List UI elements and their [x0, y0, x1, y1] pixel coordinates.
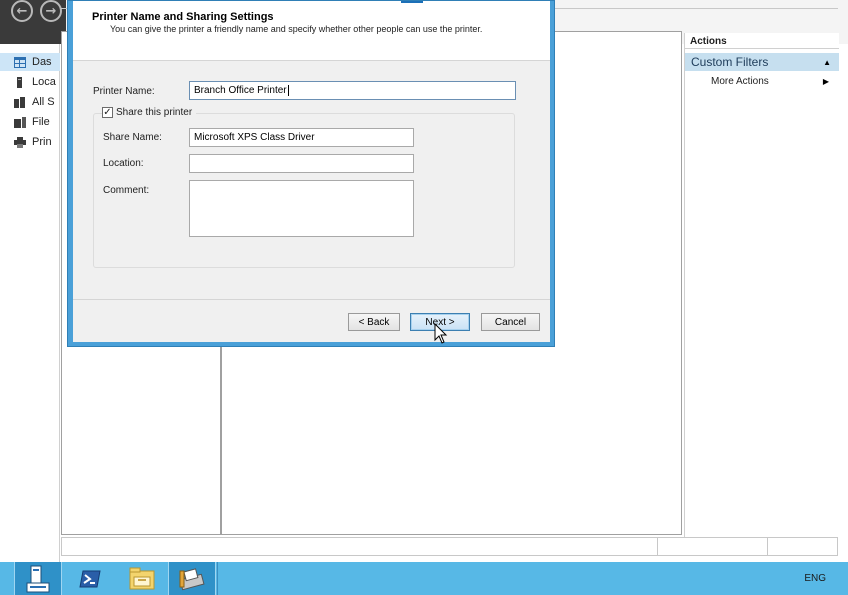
navigation-buttons: ← → — [0, 0, 66, 44]
submenu-arrow-icon: ▶ — [822, 76, 829, 86]
taskbar: ENG — [0, 562, 848, 595]
share-printer-label: Share this printer — [116, 107, 193, 118]
nav-item-label: Prin — [32, 136, 52, 148]
comment-textarea[interactable] — [189, 180, 414, 237]
comment-label: Comment: — [103, 185, 150, 196]
left-navigation-pane: Das Loca All S File Prin — [0, 44, 60, 562]
status-bar — [61, 537, 838, 556]
text-caret — [287, 85, 289, 96]
dialog-title: Printer Name and Sharing Settings — [92, 11, 274, 23]
nav-item-local-server[interactable]: Loca — [0, 73, 60, 91]
more-actions-label: More Actions — [711, 75, 769, 87]
taskbar-file-explorer[interactable] — [118, 562, 166, 595]
printer-name-label: Printer Name: — [93, 86, 155, 97]
nav-item-label: File — [32, 116, 50, 128]
language-indicator[interactable]: ENG — [804, 573, 826, 584]
printer-wizard-dialog: Printer Name and Sharing Settings You ca… — [67, 0, 555, 347]
file-explorer-icon — [129, 567, 155, 589]
collapse-up-icon[interactable]: ▲ — [823, 58, 831, 67]
print-management-icon — [179, 567, 205, 590]
taskbar-print-management[interactable] — [168, 562, 216, 595]
checkbox-checked-icon[interactable]: ✓ — [102, 107, 113, 118]
cancel-button[interactable]: Cancel — [481, 313, 540, 331]
printer-name-value: Branch Office Printer — [194, 85, 287, 96]
nav-item-all-servers[interactable]: All S — [0, 93, 60, 111]
dashboard-icon — [14, 56, 26, 68]
taskbar-divider — [217, 562, 218, 595]
printer-name-input[interactable]: Branch Office Printer — [189, 81, 516, 100]
nav-item-dashboard[interactable]: Das — [0, 53, 60, 71]
custom-filters-section[interactable]: Custom Filters ▲ — [685, 53, 839, 71]
mouse-pointer-icon — [434, 323, 448, 344]
printer-icon — [14, 136, 26, 148]
forward-arrow-icon[interactable]: → — [40, 0, 62, 22]
back-arrow-icon[interactable]: ← — [11, 0, 33, 22]
dialog-subtitle: You can give the printer a friendly name… — [110, 24, 483, 34]
nav-item-file-services[interactable]: File — [0, 113, 60, 131]
actions-header: Actions — [685, 33, 839, 49]
share-name-label: Share Name: — [103, 132, 162, 143]
servers-icon — [14, 96, 25, 108]
taskbar-server-manager[interactable] — [14, 562, 62, 595]
server-manager-icon — [26, 565, 50, 592]
file-services-icon — [14, 116, 26, 128]
location-input[interactable] — [189, 154, 414, 173]
powershell-icon — [79, 570, 101, 587]
actions-pane: Actions Custom Filters ▲ More Actions ▶ — [684, 33, 839, 537]
footer-divider — [73, 299, 550, 300]
taskbar-powershell[interactable] — [66, 562, 114, 595]
more-actions-item[interactable]: More Actions ▶ — [685, 73, 839, 89]
nav-item-label: Loca — [32, 76, 56, 88]
status-separator — [767, 538, 768, 555]
header-accent — [401, 1, 423, 3]
dialog-header: Printer Name and Sharing Settings You ca… — [73, 1, 550, 61]
location-label: Location: — [103, 158, 144, 169]
dialog-body: Printer Name and Sharing Settings You ca… — [73, 1, 550, 342]
share-printer-checkbox[interactable]: ✓ Share this printer — [102, 107, 197, 118]
status-separator — [657, 538, 658, 555]
server-icon — [17, 76, 22, 88]
nav-item-label: All S — [32, 96, 55, 108]
nav-item-label: Das — [32, 56, 52, 68]
nav-item-print-services[interactable]: Prin — [0, 133, 60, 151]
share-name-input[interactable]: Microsoft XPS Class Driver — [189, 128, 414, 147]
back-button[interactable]: < Back — [348, 313, 400, 331]
custom-filters-label: Custom Filters — [691, 55, 769, 69]
